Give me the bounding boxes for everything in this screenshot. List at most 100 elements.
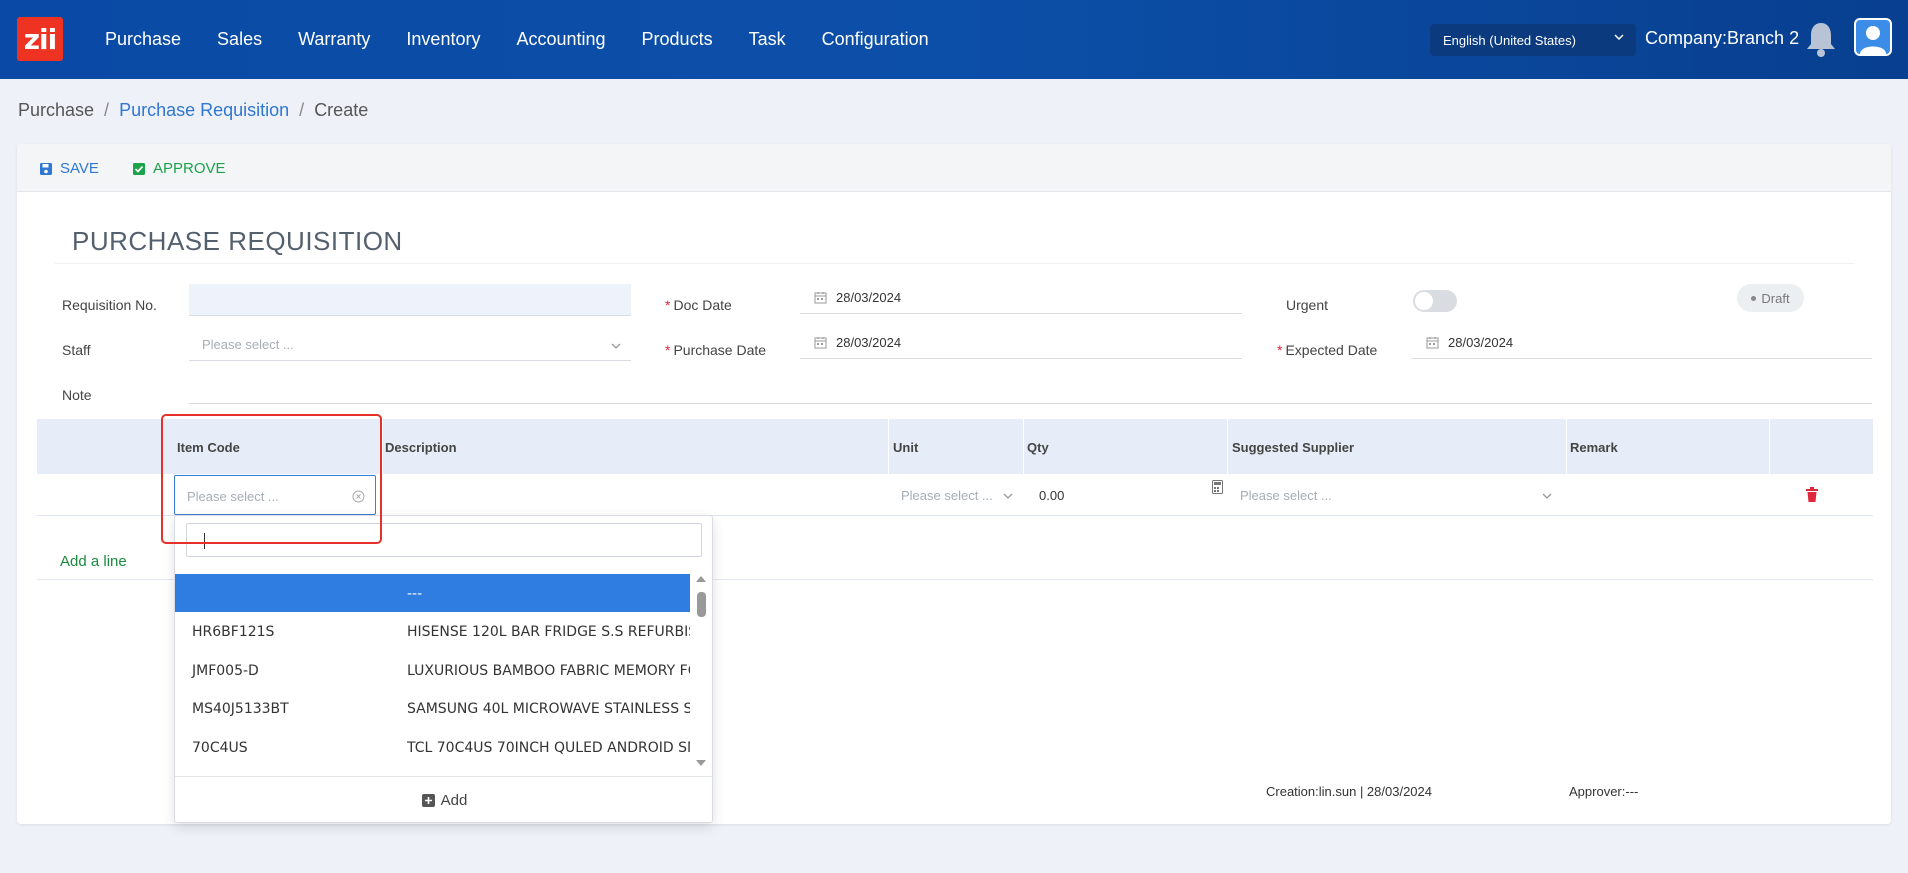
expected-date-label-text: Expected Date [1285,342,1378,358]
language-value: English (United States) [1443,32,1576,48]
save-label: SAVE [60,160,99,177]
save-button[interactable]: SAVE [39,160,99,177]
breadcrumb-separator: / [104,100,110,120]
scroll-up-icon[interactable] [696,576,706,582]
staff-placeholder: Please select ... [202,337,294,352]
menu-item-task[interactable]: Task [749,29,786,50]
staff-select[interactable]: Please select ... [189,329,631,361]
required-mark: * [665,342,671,358]
highlight-box [161,414,382,544]
dropdown-option[interactable]: 70C4US TCL 70C4US 70INCH QULED ANDROID S… [175,728,690,766]
option-description: HISENSE 120L BAR FRIDGE S.S REFURBISHED [407,624,690,640]
menu-item-configuration[interactable]: Configuration [822,29,929,50]
requisition-no-field[interactable] [189,284,631,316]
check-square-icon [133,162,145,175]
purchase-date-label: * Purchase Date [665,342,766,358]
expected-date-field[interactable]: 28/03/2024 [1412,327,1872,359]
breadcrumb-link[interactable]: Purchase Requisition [119,100,289,121]
col-description: Description [385,440,457,455]
plus-square-icon [421,794,435,807]
breadcrumb-separator: / [299,100,305,120]
required-mark: * [665,297,671,313]
doc-date-label-text: Doc Date [673,297,732,313]
approver-info: Approver:--- [1569,784,1639,799]
menu-item-products[interactable]: Products [642,29,713,50]
col-qty: Qty [1027,440,1049,455]
status-badge: Draft [1737,284,1804,312]
approve-button[interactable]: APPROVE [132,160,226,177]
option-description: TCL 70C4US 70INCH QULED ANDROID SMART TV [407,740,690,756]
menu-item-inventory[interactable]: Inventory [406,29,480,50]
chevron-down-icon [1003,493,1013,499]
trash-icon[interactable] [1805,487,1819,502]
company-label[interactable]: Company:Branch 2 [1645,28,1799,49]
qty-value: 0.00 [1039,488,1065,503]
calendar-icon [814,292,827,304]
doc-date-value: 28/03/2024 [836,290,902,305]
item-code-dropdown: --- HR6BF121S HISENSE 120L BAR FRIDGE S.… [174,515,714,824]
doc-date-label: * Doc Date [665,297,732,313]
col-remark: Remark [1570,440,1618,455]
add-line-link[interactable]: Add a line [60,553,127,570]
top-navbar: zii Purchase Sales Warranty Inventory Ac… [0,0,1908,79]
scroll-thumb[interactable] [697,592,706,617]
user-avatar[interactable] [1854,18,1892,56]
qty-input[interactable]: 0.00 [1039,488,1064,503]
dropdown-option[interactable]: MS40J5133BT SAMSUNG 40L MICROWAVE STAINL… [175,689,690,727]
col-suggested-supplier: Suggested Supplier [1232,440,1355,455]
breadcrumb: Purchase / Purchase Requisition / Create [18,100,368,121]
calculator-icon[interactable] [1212,480,1223,494]
chevron-down-icon [1614,34,1624,41]
dropdown-scrollbar[interactable] [692,574,710,768]
chevron-down-icon [611,343,621,349]
breadcrumb-root[interactable]: Purchase [18,100,94,121]
bell-icon[interactable] [1804,20,1838,58]
dropdown-option[interactable]: JMF005-D LUXURIOUS BAMBOO FABRIC MEMORY … [175,651,690,689]
col-unit: Unit [893,440,919,455]
page-title: PURCHASE REQUISITION [72,226,403,256]
dropdown-add-label: Add [440,792,468,809]
expected-date-label: * Expected Date [1277,342,1377,358]
dropdown-options: --- HR6BF121S HISENSE 120L BAR FRIDGE S.… [175,574,690,768]
option-code: MS40J5133BT [192,701,289,717]
option-code: HR6BF121S [192,624,275,640]
col-divider [1023,419,1024,474]
supplier-placeholder: Please select ... [1240,488,1332,503]
menu-item-sales[interactable]: Sales [217,29,262,50]
purchase-date-field[interactable]: 28/03/2024 [800,327,1242,359]
approve-label: APPROVE [153,160,226,177]
option-code: JMF005-D [192,663,259,679]
col-divider [1227,419,1228,474]
note-field[interactable] [189,372,1872,404]
col-divider [1566,419,1567,474]
menu-item-warranty[interactable]: Warranty [298,29,370,50]
urgent-toggle[interactable] [1413,290,1457,312]
menu-item-accounting[interactable]: Accounting [516,29,605,50]
calendar-icon [814,337,827,349]
unit-select[interactable]: Please select ... [901,488,1019,503]
col-divider [382,419,383,474]
option-description: SAMSUNG 40L MICROWAVE STAINLESS STEEL [407,701,690,717]
app-logo[interactable]: zii [17,17,63,61]
user-icon [1860,26,1886,54]
language-select[interactable]: English (United States) [1430,24,1636,56]
dropdown-option[interactable]: --- [175,574,690,612]
purchase-date-value: 28/03/2024 [836,335,902,350]
supplier-select[interactable]: Please select ... [1240,488,1558,503]
main-menu: Purchase Sales Warranty Inventory Accoun… [105,0,965,79]
menu-item-purchase[interactable]: Purchase [105,29,181,50]
doc-date-field[interactable]: 28/03/2024 [800,282,1242,314]
status-text: Draft [1761,290,1790,306]
dropdown-option[interactable]: HR6BF121S HISENSE 120L BAR FRIDGE S.S RE… [175,612,690,650]
note-label: Note [62,387,92,403]
required-mark: * [1277,342,1283,358]
option-description: LUXURIOUS BAMBOO FABRIC MEMORY FOAM [407,663,690,679]
dropdown-add-button[interactable]: Add [175,776,714,824]
expected-date-value: 28/03/2024 [1448,335,1514,350]
purchase-date-label-text: Purchase Date [673,342,767,358]
title-divider [55,263,1855,264]
col-divider [1769,419,1770,474]
scroll-down-icon[interactable] [696,760,706,766]
staff-label: Staff [62,342,91,358]
calendar-icon [1426,337,1439,349]
